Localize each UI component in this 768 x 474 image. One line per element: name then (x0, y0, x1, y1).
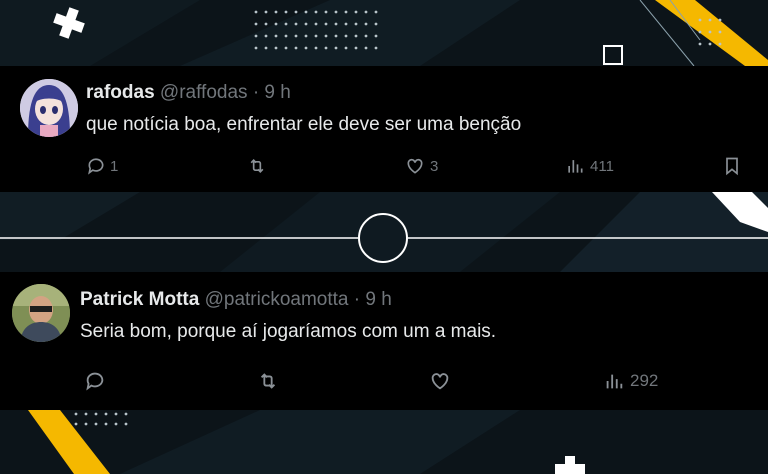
tweet-card[interactable]: rafodas @raffodas · 9 h que notícia boa,… (0, 66, 768, 192)
person-avatar-icon (12, 284, 70, 342)
tweet-card[interactable]: Patrick Motta @patrickoamotta · 9 h Seri… (0, 272, 768, 410)
reply-icon (88, 158, 104, 175)
retweet-icon (260, 373, 276, 389)
bookmark-button[interactable] (722, 156, 742, 176)
display-name[interactable]: Patrick Motta (80, 289, 199, 310)
like-button[interactable] (428, 370, 456, 392)
retweet-button[interactable] (246, 156, 272, 176)
user-handle[interactable]: @patrickoamotta (205, 289, 349, 310)
reply-button[interactable]: 1 (86, 156, 118, 176)
display-name[interactable]: rafodas (86, 82, 155, 103)
heart-icon (407, 158, 423, 174)
reply-button[interactable] (84, 370, 110, 392)
bar-chart-icon (606, 374, 623, 389)
bookmark-icon (726, 157, 738, 176)
views-button[interactable]: 411 (564, 156, 614, 176)
views-count: 292 (630, 371, 659, 390)
reply-count: 1 (110, 157, 119, 175)
timestamp[interactable]: · 9 h (253, 82, 291, 103)
heart-icon (431, 373, 449, 390)
tweet-text: Seria bom, porque aí jogaríamos com um a… (80, 321, 497, 342)
retweet-button[interactable] (256, 370, 284, 392)
anime-avatar-icon (20, 79, 78, 137)
user-handle[interactable]: @raffodas (160, 82, 248, 103)
bar-chart-icon (568, 160, 583, 173)
yellow-stripe-bottom (28, 410, 110, 474)
views-button[interactable]: 292 (602, 370, 658, 392)
tweet-text: que notícia boa, enfrentar ele deve ser … (86, 114, 522, 135)
retweet-icon (250, 158, 264, 174)
like-count: 3 (430, 157, 439, 175)
yellow-stripe-top (655, 0, 768, 66)
like-button[interactable]: 3 (404, 156, 438, 176)
reply-icon (86, 372, 104, 391)
timestamp[interactable]: · 9 h (354, 289, 392, 310)
avatar[interactable] (12, 284, 70, 342)
views-count: 411 (590, 157, 614, 175)
avatar[interactable] (20, 79, 78, 137)
